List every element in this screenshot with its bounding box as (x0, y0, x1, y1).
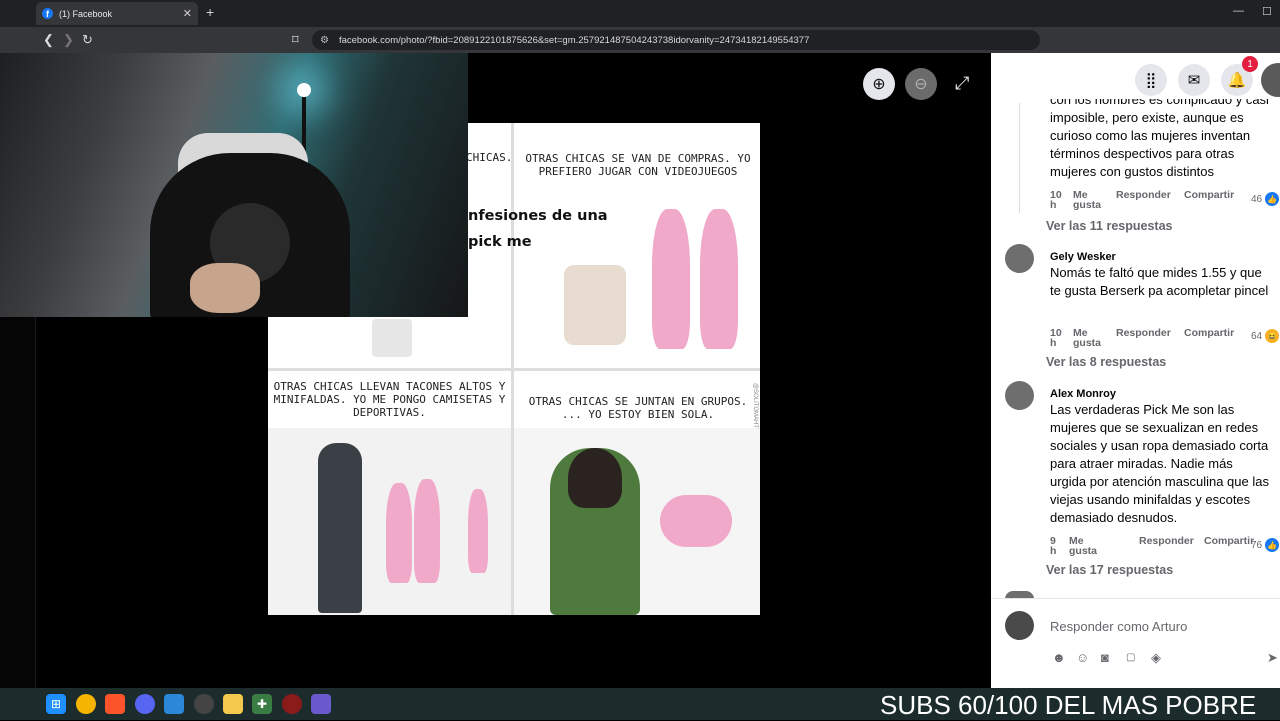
girl-camiseta-figure (318, 443, 362, 613)
back-icon[interactable]: ❮ (43, 32, 54, 48)
legs-figure (372, 319, 412, 357)
caption-top-right: OTRAS CHICAS SE VAN DE COMPRAS. YO PREFI… (525, 152, 751, 178)
forward-icon[interactable]: ❯ (63, 32, 74, 48)
reply-separator (991, 598, 1280, 599)
gif-icon[interactable]: ▢ (1126, 652, 1135, 663)
minimize-icon[interactable]: — (1233, 5, 1244, 17)
commenter-avatar[interactable] (1005, 381, 1034, 410)
current-user-avatar (1005, 611, 1034, 640)
fullscreen-icon[interactable]: ⤢ (955, 73, 969, 94)
sticker-icon[interactable]: ◈ (1151, 650, 1161, 666)
game-controller-icon[interactable]: ✚ (252, 694, 272, 714)
thread-line (1019, 103, 1020, 213)
new-tab-icon[interactable]: + (206, 4, 214, 20)
view-replies-link[interactable]: Ver las 17 respuestas (1046, 563, 1173, 577)
pink-girl-4 (414, 479, 440, 583)
view-replies-link[interactable]: Ver las 11 respuestas (1046, 219, 1172, 233)
meme-title: nfesiones de una pick me (468, 208, 608, 250)
like-link[interactable]: Me gusta (1069, 536, 1099, 557)
webcam-overlay (0, 53, 468, 317)
share-link[interactable]: Compartir (1184, 190, 1234, 201)
like-link[interactable]: Me gusta (1073, 190, 1103, 211)
streamer-hand (190, 263, 260, 313)
grid-icon: ⣿ (1145, 72, 1157, 89)
reply-link[interactable]: Responder (1139, 536, 1194, 547)
commenter-avatar[interactable] (1005, 244, 1034, 273)
reaction-count[interactable]: 64 (1251, 331, 1262, 342)
tab-bar: f (1) Facebook ✕ + — ☐ (0, 0, 1280, 27)
comment-time: 10 h (1050, 327, 1062, 349)
like-link[interactable]: Me gusta (1073, 328, 1103, 349)
gamer-girl-figure (564, 265, 626, 345)
browser-tab[interactable]: f (1) Facebook ✕ (36, 2, 198, 25)
brave-taskbar-icon[interactable] (105, 694, 125, 714)
store-icon[interactable] (164, 694, 184, 714)
messenger-icon: ✉ (1187, 72, 1201, 89)
messenger-button[interactable]: ✉ (1178, 64, 1210, 96)
camera-icon[interactable]: ◙ (1101, 650, 1109, 665)
url-text: facebook.com/photo/?fbid=208912210187562… (338, 34, 810, 46)
start-menu-icon[interactable]: ⊞ (46, 694, 66, 714)
facebook-favicon-icon: f (42, 8, 53, 19)
emoji-icon[interactable]: ☺ (1076, 650, 1089, 665)
comment-time: 9 h (1050, 535, 1057, 557)
comment-text: Nomás te faltó que mides 1.55 y que te g… (1050, 265, 1269, 298)
commenter-name[interactable]: Gely Wesker (1050, 251, 1116, 263)
panel-divider-h (268, 368, 760, 371)
pink-girl-5 (468, 489, 488, 573)
discord-icon[interactable] (135, 694, 155, 714)
bell-icon: 🔔 (1227, 72, 1247, 89)
caption-bottom-right: OTRAS CHICAS SE JUNTAN EN GRUPOS. ... YO… (528, 395, 748, 421)
like-reaction-icon: 👍 (1265, 538, 1279, 552)
terminal-icon[interactable] (311, 694, 331, 714)
facebook-topbar: ⣿ ✉ 🔔 1 (991, 53, 1280, 103)
pink-girl-2 (700, 209, 738, 349)
comment-text: con los hombres es complicado y casi imp… (1050, 92, 1269, 179)
avatar-sticker-icon[interactable]: ☻ (1052, 650, 1066, 665)
zoom-out-icon: ⊖ (914, 76, 928, 93)
reply-link[interactable]: Responder (1116, 190, 1171, 201)
caption-bottom-left: OTRAS CHICAS LLEVAN TACONES ALTOS Y MINI… (273, 380, 506, 419)
reply-link[interactable]: Responder (1116, 328, 1171, 339)
close-tab-icon[interactable]: ✕ (183, 7, 192, 20)
watermark: @SOLITOMAHT (752, 383, 758, 428)
tab-title: (1) Facebook (59, 8, 113, 19)
menu-grid-button[interactable]: ⣿ (1135, 64, 1167, 96)
url-field[interactable]: ⚙ facebook.com/photo/?fbid=2089122101875… (312, 30, 1040, 50)
reply-input[interactable]: Responder como Arturo (1050, 619, 1187, 634)
like-reaction-icon: 👍 (1265, 192, 1279, 206)
subs-overlay-text: SUBS 60/100 DEL MAS POBRE (880, 690, 1257, 720)
notification-badge: 1 (1242, 56, 1258, 72)
commenter-name[interactable]: Alex Monroy (1050, 388, 1116, 400)
zoom-out-button[interactable]: ⊖ (905, 68, 937, 100)
file-explorer-icon[interactable] (223, 694, 243, 714)
lamp-light (297, 83, 311, 97)
reaction-count[interactable]: 46 (1251, 194, 1262, 205)
profile-avatar[interactable] (1261, 63, 1280, 97)
pink-girl-1 (652, 209, 690, 349)
site-settings-icon[interactable]: ⚙ (320, 35, 329, 46)
reaction-count[interactable]: 76 (1251, 540, 1262, 551)
bookmark-icon[interactable]: ⌑ (292, 32, 299, 48)
caption-top-left: CHICAS. (466, 151, 513, 164)
obs-icon[interactable] (194, 694, 214, 714)
share-link[interactable]: Compartir (1204, 536, 1254, 547)
pink-girl-3 (386, 483, 412, 583)
comments-panel: ⣿ ✉ 🔔 1 con los hombres es complicado y … (991, 53, 1280, 688)
pink-group (660, 495, 732, 547)
haha-reaction-icon: 😆 (1265, 329, 1279, 343)
send-icon[interactable]: ➤ (1267, 650, 1278, 666)
comment-text: Las verdaderas Pick Me son las mujeres q… (1050, 402, 1269, 525)
view-replies-link[interactable]: Ver las 8 respuestas (1046, 355, 1166, 369)
zoom-in-icon: ⊕ (872, 76, 886, 93)
maximize-icon[interactable]: ☐ (1262, 5, 1272, 18)
address-bar: ❮ ❯ ↻ ⌑ ⚙ facebook.com/photo/?fbid=20891… (0, 27, 1280, 73)
comment-time: 10 h (1050, 189, 1062, 211)
share-link[interactable]: Compartir (1184, 328, 1234, 339)
zoom-in-button[interactable]: ⊕ (863, 68, 895, 100)
opera-icon[interactable] (282, 694, 302, 714)
reload-icon[interactable]: ↻ (82, 32, 93, 48)
sad-girl-hair (568, 448, 622, 508)
app-coin-icon[interactable] (76, 694, 96, 714)
